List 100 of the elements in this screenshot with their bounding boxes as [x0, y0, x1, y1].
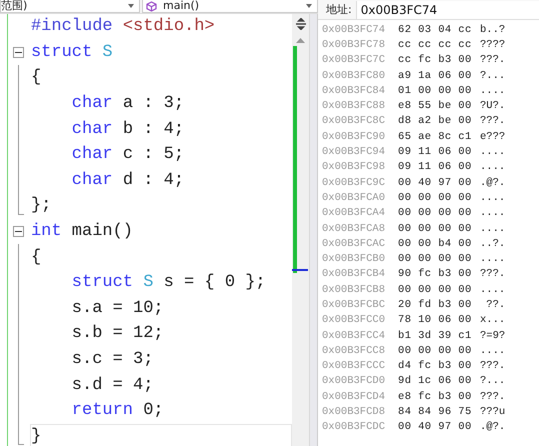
code-line: s.a = 10; — [70, 298, 164, 318]
hex-bytes: b1 3d 39 c1 — [398, 330, 473, 342]
hex-bytes: 00 40 97 00 — [398, 421, 473, 434]
address: 0x00B3FC88 — [322, 100, 386, 112]
address: 0x00B3FCC0 — [322, 314, 386, 326]
address: 0x00B3FC8C — [322, 115, 386, 128]
address: 0x00B3FCC8 — [322, 344, 386, 357]
address: 0x00B3FC94 — [322, 146, 386, 158]
ascii-text: .... — [480, 146, 506, 158]
hex-bytes: cc cc cc cc — [398, 38, 473, 51]
ascii-text: ..?. — [480, 238, 506, 250]
code-line: #include <stdio.h> — [30, 17, 215, 36]
ascii-text: .... — [480, 192, 506, 204]
address: 0x00B3FCD4 — [322, 390, 386, 403]
hex-bytes: 78 10 06 00 — [398, 314, 473, 326]
address: 0x00B3FC84 — [322, 84, 386, 97]
ascii-text: e??? — [480, 130, 506, 143]
code-line: char a : 3; — [70, 94, 184, 114]
code-line: s.d = 4; — [70, 376, 154, 395]
address: 0x00B3FCD0 — [322, 375, 386, 388]
ascii-text: .... — [480, 222, 506, 234]
address: 0x00B3FCCC — [322, 360, 386, 372]
ascii-text: ?=9? — [480, 330, 506, 342]
ascii-text: .... — [480, 207, 506, 220]
ascii-text: .... — [480, 253, 506, 266]
ascii-text: ?U?. — [480, 100, 506, 112]
hex-bytes: d4 fc b3 00 — [398, 360, 473, 372]
hex-bytes: a9 1a 06 00 — [398, 70, 473, 82]
address: 0x00B3FC7C — [322, 54, 386, 66]
address: 0x00B3FCBC — [322, 298, 386, 311]
code-line: char d : 4; — [70, 170, 184, 190]
address: 0x00B3FC9C — [322, 176, 386, 189]
address: 0x00B3FCB4 — [322, 268, 386, 280]
ascii-text: .@?. — [480, 176, 506, 189]
hex-bytes: 9d 1c 06 00 — [398, 375, 473, 388]
code-line: return 0; — [70, 401, 164, 420]
address: 0x00B3FC74 — [322, 24, 386, 36]
hex-bytes: d8 a2 be 00 — [398, 115, 473, 128]
code-line: int main() — [30, 222, 134, 242]
hex-bytes: 90 fc b3 00 — [398, 268, 473, 280]
address-label: 地址: — [326, 2, 352, 17]
hex-bytes: 09 11 06 00 — [398, 146, 473, 158]
code-line: { — [30, 68, 42, 88]
ascii-text: ???. — [480, 54, 506, 66]
code-line: char c : 5; — [70, 145, 184, 164]
code-line: struct S s = { 0 }; — [70, 273, 266, 292]
hex-bytes: 84 84 96 75 — [398, 406, 473, 418]
address: 0x00B3FCB0 — [322, 253, 386, 266]
ascii-text: ?... — [480, 375, 506, 388]
hex-bytes: 20 fd b3 00 — [398, 298, 473, 311]
address: 0x00B3FCC4 — [322, 330, 386, 342]
ascii-text: .... — [480, 161, 506, 174]
code-line: s.c = 3; — [70, 350, 154, 370]
splitter-icon[interactable] — [294, 18, 307, 30]
scope-dropdown[interactable]: 范围) — [0, 0, 140, 13]
address: 0x00B3FC80 — [322, 70, 386, 82]
ascii-text: ?... — [480, 70, 506, 82]
caret-icon — [128, 4, 134, 8]
hex-bytes: 00 00 00 00 — [398, 192, 473, 204]
caret-icon — [306, 4, 312, 8]
hex-bytes: 00 00 00 00 — [398, 284, 473, 296]
member-dropdown[interactable]: main() — [142, 0, 318, 13]
code-line: { — [30, 248, 42, 267]
ascii-text: ??. — [485, 298, 506, 311]
cube-icon — [146, 0, 157, 12]
ascii-text: ???. — [480, 115, 506, 128]
ascii-text: .... — [480, 284, 506, 296]
ascii-text: .@?. — [480, 421, 506, 434]
scrollbar[interactable] — [292, 14, 310, 446]
hex-bytes: 00 00 00 00 — [398, 253, 473, 266]
collapse-icon[interactable] — [13, 46, 24, 58]
code-line: char b : 4; — [70, 120, 184, 139]
ascii-text: x... — [480, 314, 506, 326]
ascii-text: .... — [480, 84, 506, 97]
code-line: s.b = 12; — [70, 324, 164, 344]
address: 0x00B3FCAC — [322, 238, 386, 250]
hex-bytes: cc fc b3 00 — [398, 54, 473, 66]
hex-bytes: 00 00 00 00 — [398, 222, 473, 234]
address: 0x00B3FCDC — [322, 421, 386, 434]
hex-bytes: 00 00 b4 00 — [398, 238, 473, 250]
ascii-text: ???. — [480, 268, 506, 280]
hex-bytes: e8 fc b3 00 — [398, 390, 473, 403]
address: 0x00B3FCD8 — [322, 406, 386, 418]
ascii-text: ???. — [480, 360, 506, 372]
ascii-text: .... — [480, 344, 506, 357]
code-line: struct S — [30, 42, 113, 62]
ascii-text: ???. — [480, 390, 506, 403]
hex-bytes: 01 00 00 00 — [398, 84, 473, 97]
code-line: } — [30, 426, 42, 446]
address-field[interactable]: 0x00B3FC74 — [356, 0, 539, 18]
hex-bytes: e8 55 be 00 — [398, 100, 473, 112]
collapse-icon[interactable] — [13, 226, 24, 238]
hex-bytes: 00 00 00 00 — [398, 207, 473, 220]
ascii-text: b..? — [480, 24, 506, 36]
address: 0x00B3FC90 — [322, 130, 386, 143]
hex-bytes: 00 00 00 00 — [398, 344, 473, 357]
hex-bytes: 65 ae 8c c1 — [398, 130, 473, 143]
address: 0x00B3FC98 — [322, 161, 386, 174]
hex-bytes: 00 40 97 00 — [398, 176, 473, 189]
address: 0x00B3FCA8 — [322, 222, 386, 234]
